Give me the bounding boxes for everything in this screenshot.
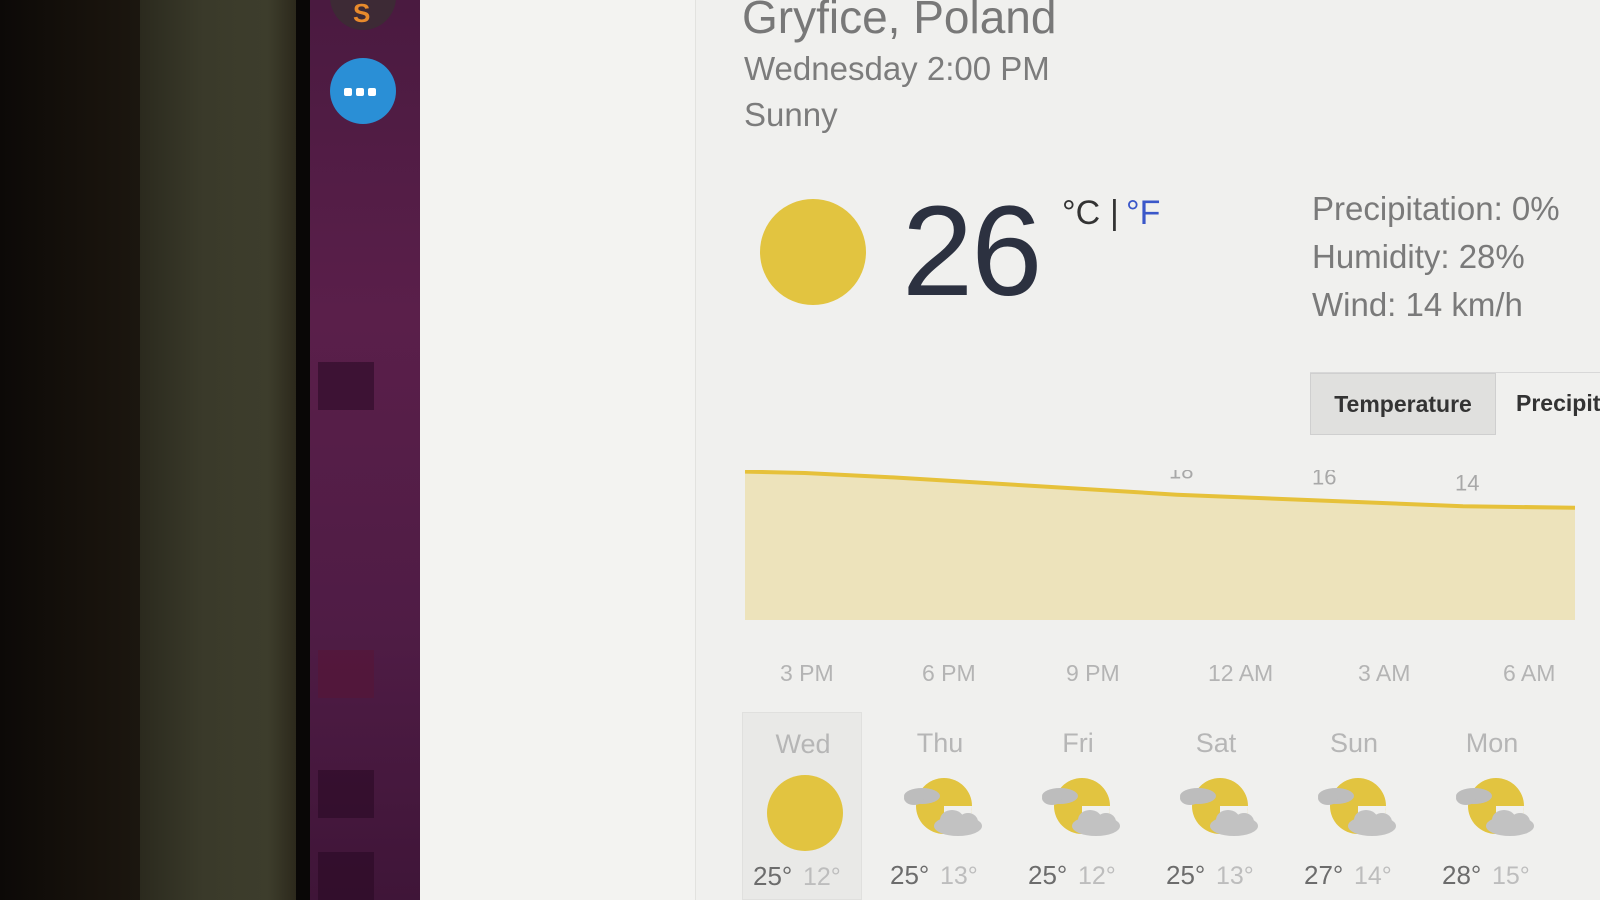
precipitation-text: Precipitation: 0%: [1312, 190, 1560, 227]
forecast-high-temp: 25°: [1028, 860, 1068, 890]
forecast-day-name: Mon: [1465, 728, 1519, 758]
wind-text: Wind: 14 km/h: [1312, 286, 1523, 323]
launcher-slot: [318, 852, 374, 900]
sun-icon: [760, 199, 866, 305]
partly-cloudy-icon: [1038, 770, 1122, 850]
page-left-margin: [420, 0, 695, 900]
tab-temperature[interactable]: Temperature: [1310, 373, 1496, 435]
forecast-day-name: Thu: [916, 728, 964, 758]
chart-x-tick-label: 3 AM: [1358, 660, 1411, 686]
datetime-text: Wednesday 2:00 PM: [744, 50, 1050, 87]
forecast-day-name: Sun: [1329, 728, 1379, 758]
chart-x-tick-label: 6 AM: [1503, 660, 1556, 686]
forecast-day[interactable]: Sun 27° 14°: [1294, 712, 1414, 900]
location-title: Gryfice, Poland: [742, 0, 1057, 43]
chart-point-label: 21: [1027, 470, 1051, 475]
forecast-low-temp: 14°: [1354, 862, 1392, 890]
wall-background: [140, 0, 300, 900]
launcher-app-letter: S: [353, 0, 371, 28]
partly-cloudy-icon: [1314, 770, 1398, 850]
launcher-app-icon[interactable]: S: [330, 0, 396, 30]
ellipsis-icon: [344, 88, 384, 96]
forecast-day[interactable]: Fri 25° 12°: [1018, 712, 1138, 900]
partly-cloudy-icon: [900, 770, 984, 850]
forecast-low-temp: 15°: [1492, 862, 1530, 890]
forecast-high-temp: 25°: [1166, 860, 1206, 890]
forecast-low-temp: 13°: [940, 862, 978, 890]
forecast-day[interactable]: Wed 25° 12°: [742, 712, 862, 900]
chart-x-tick-label: 12 AM: [1208, 660, 1274, 686]
forecast-low-temp: 13°: [1216, 862, 1254, 890]
launcher-slot: [318, 650, 374, 698]
monitor-bezel: [0, 0, 150, 900]
forecast-high-temp: 28°: [1442, 860, 1482, 890]
chart-point-label: 18: [1169, 470, 1193, 484]
forecast-day[interactable]: Mon 28° 15°: [1432, 712, 1552, 900]
partly-cloudy-icon: [1452, 770, 1536, 850]
column-divider: [695, 0, 696, 900]
chart-tab-bar: Temperature Precipit: [1310, 372, 1600, 435]
unit-fahrenheit-toggle[interactable]: °F: [1126, 194, 1160, 233]
condition-text: Sunny: [744, 96, 838, 133]
launcher-slot: [318, 770, 374, 818]
forecast-low-temp: 12°: [1078, 862, 1116, 890]
tab-precipitation[interactable]: Precipit: [1516, 373, 1600, 435]
chart-x-tick-label: 6 PM: [922, 660, 976, 686]
unit-celsius-toggle[interactable]: °C: [1062, 194, 1100, 233]
forecast-high-temp: 27°: [1304, 860, 1344, 890]
chart-x-tick-label: 9 PM: [1066, 660, 1120, 686]
forecast-day[interactable]: Thu 25° 13°: [880, 712, 1000, 900]
forecast-day[interactable]: Sat 25° 13°: [1156, 712, 1276, 900]
chart-point-label: 14: [1455, 470, 1479, 495]
temperature-chart: 262421181614: [745, 470, 1576, 620]
unit-separator: |: [1110, 194, 1119, 232]
forecast-day-name: Sat: [1195, 728, 1237, 758]
forecast-high-temp: 25°: [890, 860, 930, 890]
launcher-slot: [318, 362, 374, 410]
more-apps-button[interactable]: [330, 58, 396, 124]
app-launcher: S: [310, 0, 422, 900]
forecast-day-name: Fri: [1062, 728, 1094, 758]
forecast-day-name: Wed: [775, 729, 831, 759]
forecast-high-temp: 25°: [753, 861, 793, 891]
humidity-text: Humidity: 28%: [1312, 238, 1525, 275]
sun-icon: [763, 771, 847, 851]
forecast-low-temp: 12°: [803, 863, 841, 891]
partly-cloudy-icon: [1176, 770, 1260, 850]
current-temperature: 26: [902, 180, 1042, 323]
chart-point-label: 16: [1312, 470, 1336, 490]
chart-x-tick-label: 3 PM: [780, 660, 834, 686]
